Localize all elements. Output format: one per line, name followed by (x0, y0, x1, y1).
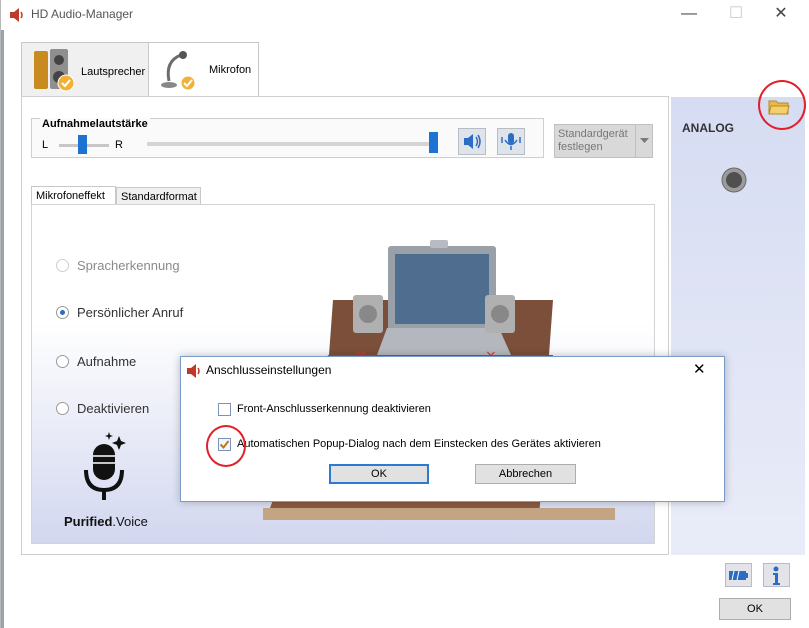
balance-slider-thumb[interactable] (78, 135, 87, 154)
radio-deaktivieren[interactable] (56, 402, 69, 415)
radio-deaktivieren-label: Deaktivieren (77, 401, 150, 416)
set-default-device-button[interactable]: Standardgerät festlegen (554, 124, 653, 158)
radio-persoenlicher-anruf[interactable] (56, 306, 69, 319)
dialog-ok-button[interactable]: OK (329, 464, 429, 484)
background-window-strip (1, 30, 4, 628)
maximize-button[interactable]: ☐ (721, 4, 751, 26)
default-device-dropdown[interactable] (635, 125, 653, 157)
purified-voice-logo: Purified.Voice (64, 514, 148, 529)
minimize-button[interactable]: — (674, 4, 704, 26)
hd-audio-manager-window: HD Audio-Manager — ☐ ✕ Lautsprecher Mikr… (0, 0, 809, 628)
dialog-title: Anschlusseinstellungen (206, 363, 332, 377)
recording-volume-title: Aufnahmelautstärke (40, 118, 150, 130)
dialog-close-button[interactable]: ✕ (693, 360, 706, 378)
speaker-app-icon (10, 8, 23, 22)
volume-slider-track[interactable] (147, 142, 437, 146)
title-bar: HD Audio-Manager — ☐ ✕ (1, 0, 809, 30)
folder-annotation-circle (758, 80, 806, 130)
tab-mikrofon[interactable]: Mikrofon (148, 42, 259, 98)
radio-spracherkennung[interactable] (56, 259, 69, 272)
battery-info-button[interactable] (725, 563, 752, 587)
tab-standardformat[interactable]: Standardformat (116, 187, 201, 205)
volume-slider-thumb[interactable] (429, 132, 438, 153)
mute-button[interactable] (458, 128, 486, 155)
radio-persoenlicher-anruf-label: Persönlicher Anruf (77, 305, 184, 320)
tab-mikrofon-label: Mikrofon (209, 64, 252, 76)
tab-standardformat-label: Standardformat (121, 191, 197, 203)
analog-jack-icon[interactable] (720, 166, 748, 194)
dialog-cancel-button[interactable]: Abbrechen (475, 464, 576, 484)
loudspeaker-icon (34, 49, 75, 92)
mic-boost-button[interactable] (497, 128, 525, 155)
microphone-stand-icon (161, 51, 196, 91)
balance-right-label: R (115, 139, 123, 151)
radio-aufnahme-label: Aufnahme (77, 354, 137, 369)
tab-mikrofoneffekt[interactable]: Mikrofoneffekt (31, 186, 116, 205)
auto-popup-label: Automatischen Popup-Dialog nach dem Eins… (237, 438, 601, 450)
radio-spracherkennung-label: Spracherkennung (77, 258, 180, 273)
chevron-down-icon (640, 138, 649, 143)
purified-voice-microphone-icon (84, 432, 126, 500)
tab-lautsprecher[interactable]: Lautsprecher (21, 42, 149, 96)
analog-label: ANALOG (682, 121, 734, 135)
front-detection-label: Front-Anschlusserkennung deaktivieren (237, 403, 431, 415)
brand-voice: .Voice (112, 514, 148, 529)
checkbox-annotation-circle (206, 425, 246, 467)
brand-purified: Purified (64, 514, 113, 529)
info-button[interactable] (763, 563, 790, 587)
balance-left-label: L (42, 139, 49, 151)
microphone-boost-icon (501, 133, 521, 150)
tab-lautsprecher-label: Lautsprecher (81, 66, 146, 78)
battery-icon (729, 570, 748, 581)
front-detection-checkbox[interactable] (218, 403, 231, 416)
window-title: HD Audio-Manager (31, 7, 134, 21)
radio-aufnahme[interactable] (56, 355, 69, 368)
main-ok-button[interactable]: OK (719, 598, 791, 620)
tab-mikrofoneffekt-label: Mikrofoneffekt (36, 190, 105, 202)
speaker-volume-icon (464, 134, 481, 149)
close-button[interactable]: ✕ (766, 4, 796, 26)
speaker-dialog-icon (187, 364, 200, 378)
connector-settings-dialog: Anschlusseinstellungen ✕ Front-Anschluss… (180, 356, 725, 502)
info-icon (773, 566, 780, 585)
set-default-device-label: Standardgerät festlegen (558, 128, 628, 153)
